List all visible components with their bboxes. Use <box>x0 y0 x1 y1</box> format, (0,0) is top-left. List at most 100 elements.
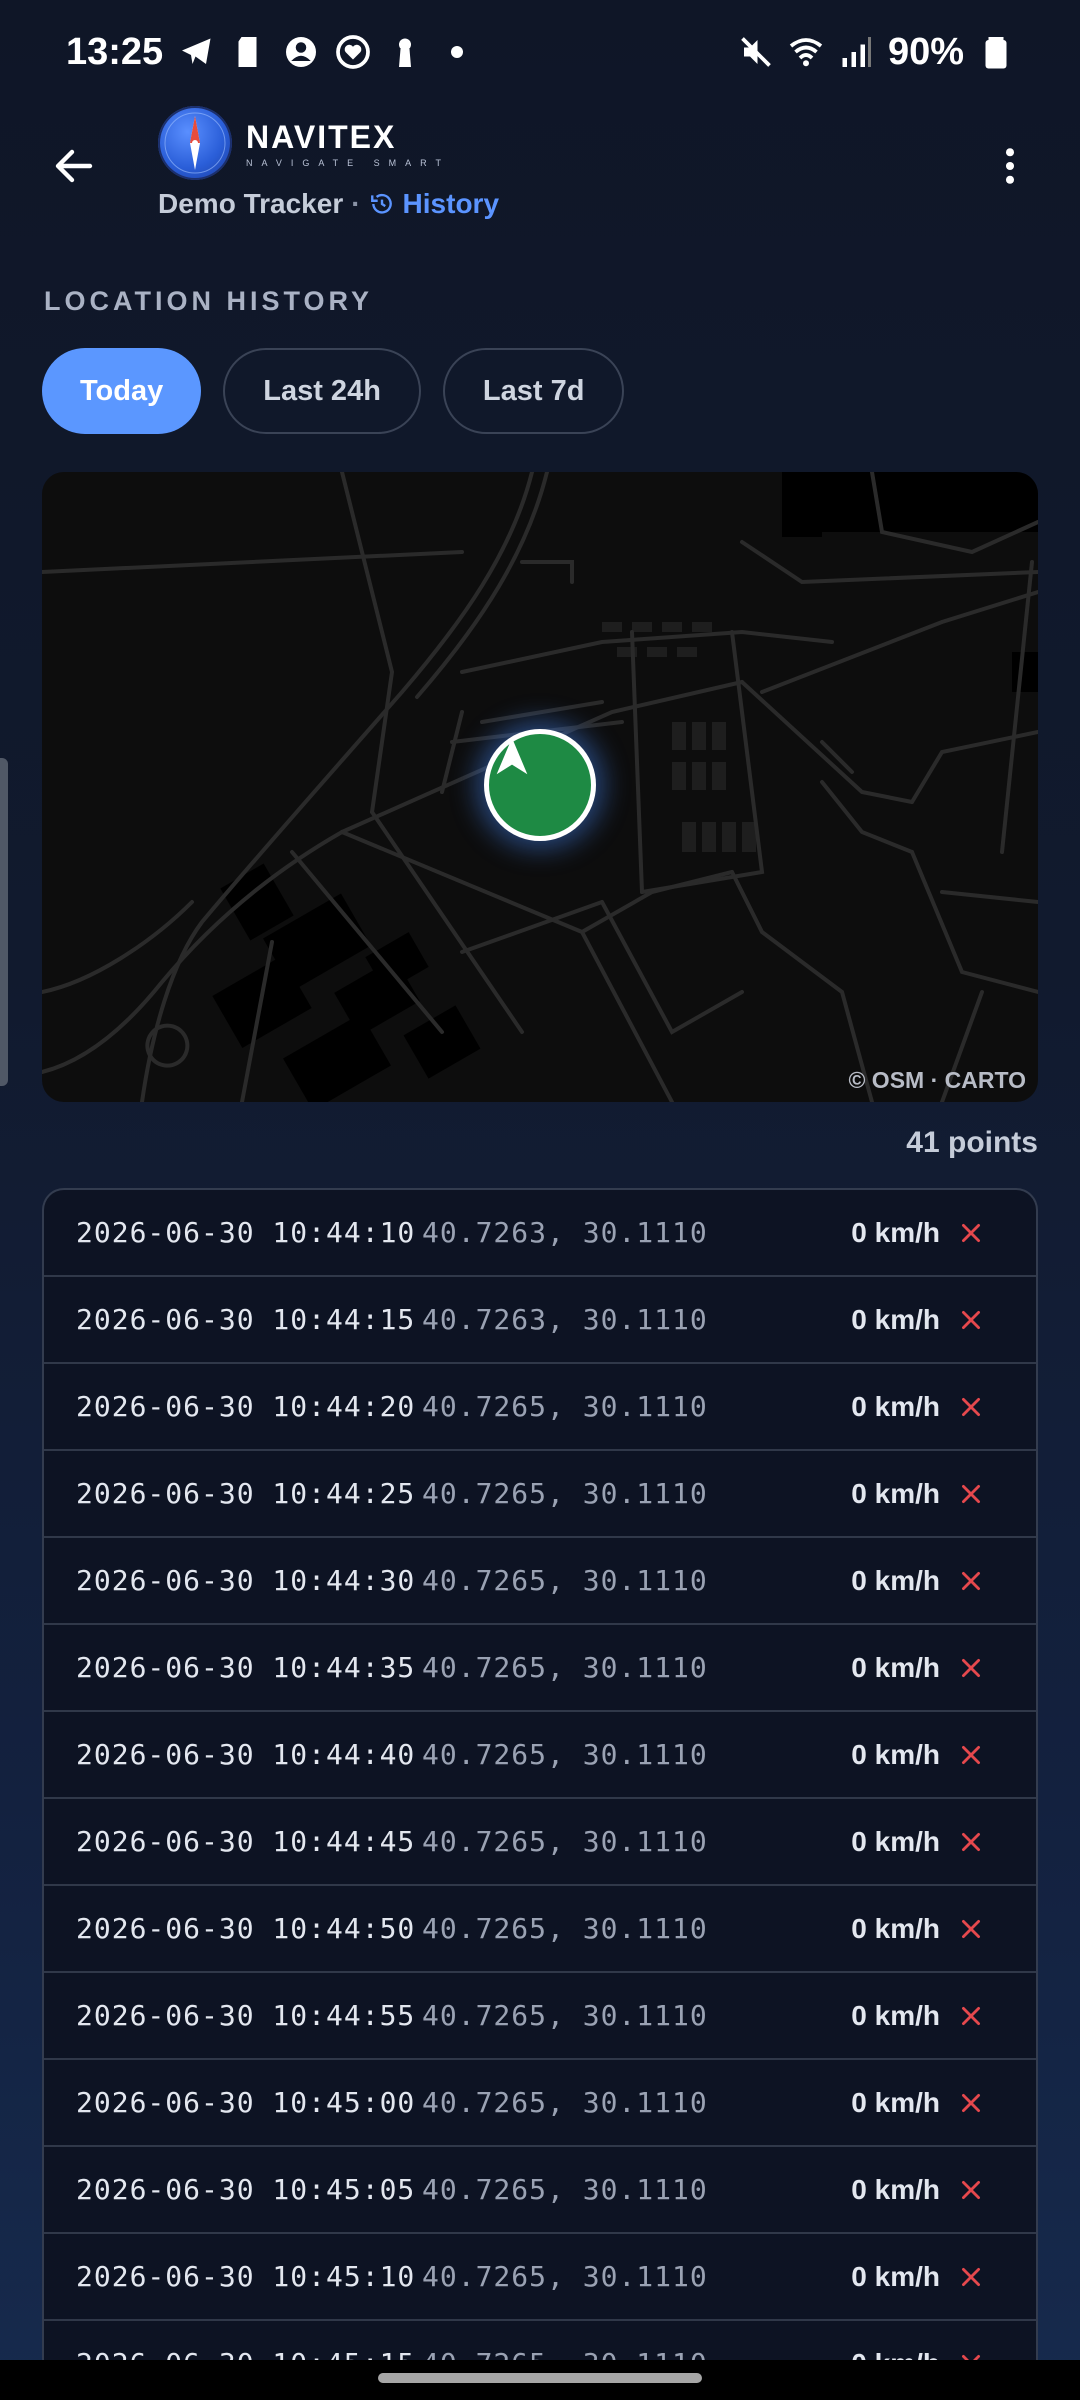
history-list[interactable]: 2026-06-30 10:44:10 40.7263, 30.1110 0 km/… <box>42 1188 1038 2360</box>
time-filter-group: Today Last 24h Last 7d <box>42 348 625 434</box>
close-icon <box>962 2180 980 2199</box>
delete-point-button[interactable] <box>956 1479 986 1509</box>
delete-point-button[interactable] <box>956 1218 986 1248</box>
close-icon <box>962 1310 980 1329</box>
section-title: LOCATION HISTORY <box>44 286 374 316</box>
history-row[interactable]: 2026-06-30 10:44:10 40.7263, 30.1110 0 km/… <box>44 1190 1036 1277</box>
home-gesture-handle[interactable] <box>378 2373 702 2383</box>
row-coordinates: 40.7265, 30.1110 <box>422 1738 708 1771</box>
close-icon <box>962 1745 980 1764</box>
history-row[interactable]: 2026-06-30 10:45:05 40.7265, 30.1110 0 km/… <box>44 2147 1036 2234</box>
delete-point-button[interactable] <box>956 1653 986 1683</box>
row-coordinates: 40.7265, 30.1110 <box>422 1825 708 1858</box>
history-row[interactable]: 2026-06-30 10:45:10 40.7265, 30.1110 0 km/… <box>44 2234 1036 2321</box>
history-map[interactable]: © OSM · CARTO <box>42 472 1038 1102</box>
row-timestamp: 2026-06-30 10:44:50 <box>76 1912 416 1945</box>
row-coordinates: 40.7265, 30.1110 <box>422 1390 708 1423</box>
row-timestamp: 2026-06-30 10:44:15 <box>76 1303 416 1336</box>
back-button[interactable] <box>44 136 104 196</box>
close-icon <box>962 1484 980 1503</box>
battery-percent: 90% <box>887 30 964 73</box>
delete-point-button[interactable] <box>956 1566 986 1596</box>
history-row[interactable]: 2026-06-30 10:44:30 40.7265, 30.1110 0 km/… <box>44 1538 1036 1625</box>
edge-panel-handle[interactable] <box>0 758 8 1086</box>
close-icon <box>962 1223 980 1242</box>
close-icon <box>962 2006 980 2025</box>
map-attribution: © OSM · CARTO <box>848 1067 1026 1093</box>
history-row[interactable]: 2026-06-30 10:44:45 40.7265, 30.1110 0 km/… <box>44 1799 1036 1886</box>
history-row[interactable]: 2026-06-30 10:44:55 40.7265, 30.1110 0 km/… <box>44 1973 1036 2060</box>
history-link[interactable]: History <box>369 188 499 220</box>
row-speed: 0 km/h <box>851 1738 940 1770</box>
history-row[interactable]: 2026-06-30 10:44:15 40.7263, 30.1110 0 km/… <box>44 1277 1036 1364</box>
current-location-marker[interactable] <box>484 729 596 841</box>
history-row[interactable]: 2026-06-30 10:44:20 40.7265, 30.1110 0 km/… <box>44 1364 1036 1451</box>
row-coordinates: 40.7265, 30.1110 <box>422 1999 708 2032</box>
system-nav-bar <box>0 2360 1080 2400</box>
delete-point-button[interactable] <box>956 1827 986 1857</box>
delete-point-button[interactable] <box>956 2088 986 2118</box>
row-timestamp: 2026-06-30 10:45:10 <box>76 2260 416 2293</box>
row-coordinates: 40.7265, 30.1110 <box>422 1564 708 1597</box>
row-timestamp: 2026-06-30 10:44:55 <box>76 1999 416 2032</box>
row-timestamp: 2026-06-30 10:44:10 <box>76 1216 416 1249</box>
breadcrumb: Demo Tracker · History <box>158 188 499 220</box>
mute-icon <box>738 34 774 70</box>
row-timestamp: 2026-06-30 10:45:00 <box>76 2086 416 2119</box>
status-bar: 13:25 90% <box>0 0 1080 104</box>
row-timestamp: 2026-06-30 10:45:05 <box>76 2173 416 2206</box>
row-speed: 0 km/h <box>851 2173 940 2205</box>
row-coordinates: 40.7265, 30.1110 <box>422 1912 708 1945</box>
close-icon <box>962 1397 980 1416</box>
delete-point-button[interactable] <box>956 1392 986 1422</box>
account-icon <box>283 34 319 70</box>
row-timestamp: 2026-06-30 10:45:15 <box>76 2347 415 2360</box>
filter-today[interactable]: Today <box>42 348 202 434</box>
history-row[interactable]: 2026-06-30 10:45:00 40.7265, 30.1110 0 km/… <box>44 2060 1036 2147</box>
row-coordinates: 40.7265, 30.1110 <box>422 1477 708 1510</box>
row-speed: 0 km/h <box>851 1477 940 1509</box>
row-speed: 0 km/h <box>851 1999 940 2031</box>
close-icon <box>962 1658 980 1677</box>
more-options-button[interactable] <box>980 136 1040 196</box>
row-speed: 0 km/h <box>851 2348 940 2361</box>
row-coordinates: 40.7265, 30.1110 <box>422 2260 708 2293</box>
arrow-left-icon <box>55 149 93 183</box>
signal-icon <box>838 34 874 70</box>
row-timestamp: 2026-06-30 10:44:25 <box>76 1477 416 1510</box>
delete-point-button[interactable] <box>956 1740 986 1770</box>
heart-icon <box>335 34 371 70</box>
row-coordinates: 40.7265, 30.1110 <box>422 2086 708 2119</box>
row-coordinates: 40.7265, 30.1110 <box>422 2173 708 2206</box>
delete-point-button[interactable] <box>956 1914 986 1944</box>
row-timestamp: 2026-06-30 10:44:45 <box>76 1825 416 1858</box>
history-row[interactable]: 2026-06-30 10:45:15 40.7265, 30.1110 0 km/… <box>44 2321 1036 2360</box>
delete-point-button[interactable] <box>956 1305 986 1335</box>
sd-card-icon <box>231 34 267 70</box>
delete-point-button[interactable] <box>956 2262 986 2292</box>
history-row[interactable]: 2026-06-30 10:44:50 40.7265, 30.1110 0 km/… <box>44 1886 1036 1973</box>
row-speed: 0 km/h <box>851 1216 940 1248</box>
close-icon <box>962 2354 980 2360</box>
delete-point-button[interactable] <box>956 2175 986 2205</box>
battery-icon <box>978 34 1014 70</box>
history-row[interactable]: 2026-06-30 10:44:40 40.7265, 30.1110 0 km/… <box>44 1712 1036 1799</box>
row-speed: 0 km/h <box>851 1825 940 1857</box>
more-vertical-icon <box>1005 148 1015 184</box>
brand: NAVITEX NAVIGATE SMART <box>158 106 450 180</box>
history-row[interactable]: 2026-06-30 10:44:25 40.7265, 30.1110 0 km/… <box>44 1451 1036 1538</box>
close-icon <box>962 2267 980 2286</box>
row-coordinates: 40.7265, 30.1110 <box>422 2347 708 2360</box>
filter-last-24h[interactable]: Last 24h <box>223 348 421 434</box>
dot-icon <box>439 34 475 70</box>
history-row[interactable]: 2026-06-30 10:44:35 40.7265, 30.1110 0 km/… <box>44 1625 1036 1712</box>
navigation-arrow-icon <box>496 737 528 775</box>
close-icon <box>962 1832 980 1851</box>
keyhole-icon <box>387 34 423 70</box>
row-speed: 0 km/h <box>851 1564 940 1596</box>
filter-last-7d[interactable]: Last 7d <box>442 348 625 434</box>
delete-point-button[interactable] <box>956 2349 986 2360</box>
points-count: 41 points <box>906 1126 1038 1159</box>
delete-point-button[interactable] <box>956 2001 986 2031</box>
telegram-icon <box>179 34 215 70</box>
